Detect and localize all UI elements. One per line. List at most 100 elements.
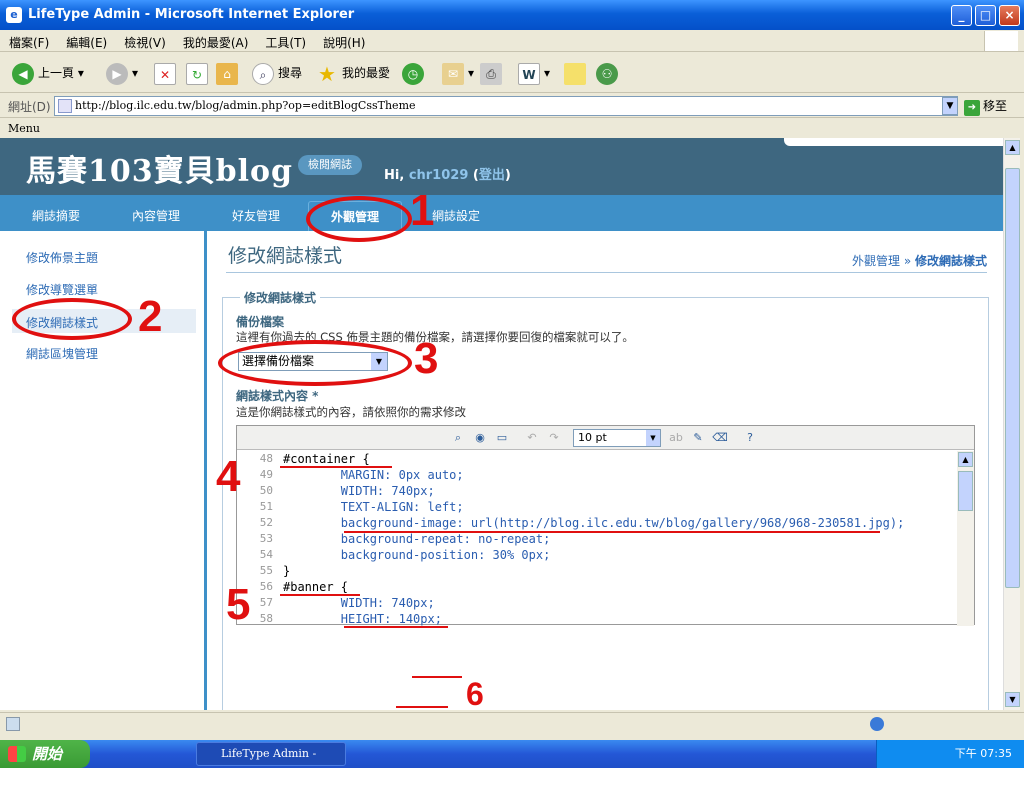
note-icon [564,62,586,85]
code-line: TEXT-ALIGN: left; [283,500,464,514]
logout-link[interactable]: 登出 [479,168,505,183]
menu-edit[interactable]: 編輯(E) [57,30,115,51]
menu-tools[interactable]: 工具(T) [256,30,314,51]
page-status-icon [6,717,20,731]
menu-file[interactable]: 檔案(F) [0,30,57,51]
scroll-thumb[interactable] [1005,168,1020,588]
stop-button[interactable]: ✕ [154,61,180,85]
scroll-thumb[interactable] [958,471,973,511]
back-arrow-icon: ◀ [12,62,34,85]
code-area[interactable]: 48 #container { 49 MARGIN: 0px auto; 50 W… [237,451,957,626]
redo-icon[interactable]: ↷ [545,429,563,447]
tab-friends[interactable]: 好友管理 [232,207,280,224]
taskbar-item-ie[interactable]: LifeType Admin - Mic... [196,742,346,782]
main-tabs: 網誌摘要 內容管理 好友管理 外觀管理 網誌設定 [0,195,1003,231]
messenger-button[interactable]: ⚇ [596,61,622,85]
forward-button[interactable]: ▶ ▾ [106,61,138,85]
discuss-button[interactable] [564,61,590,85]
editor-scrollbar[interactable]: ▲ [957,451,974,626]
search-icon: ⌕ [252,62,274,85]
annotation-6: 6 [466,676,484,712]
chevron-down-icon: ▼ [646,430,660,446]
forward-arrow-icon: ▶ [106,62,128,85]
home-button[interactable]: ⌂ [216,61,242,85]
windows-logo-icon [984,31,1018,51]
tab-summary[interactable]: 網誌摘要 [32,207,80,224]
sidebar-item-theme[interactable]: 修改佈景主題 [26,249,98,266]
minimize-button[interactable]: _ [951,5,972,26]
ie-icon: e [6,7,22,23]
maximize-button[interactable]: □ [975,5,996,26]
clock: 下午 07:35 [954,747,1012,760]
help-icon[interactable]: ? [741,429,759,447]
divider [226,272,987,273]
tab-settings[interactable]: 網誌設定 [432,207,480,224]
annotation-2: 2 [138,292,163,341]
highlight-icon[interactable]: ✎ [689,429,707,447]
address-dropdown-button[interactable]: ▼ [942,97,958,115]
sidebar-item-nav-menu[interactable]: 修改導覽選單 [26,281,98,298]
breadcrumb-parent[interactable]: 外觀管理 [852,254,900,268]
undo-icon[interactable]: ↶ [523,429,541,447]
home-icon: ⌂ [216,62,238,85]
back-button[interactable]: ◀ 上一頁 ▾ [12,61,84,85]
goto-icon[interactable]: ◉ [471,429,489,447]
reset-icon[interactable]: ⌫ [711,429,729,447]
code-line: WIDTH: 740px; [283,484,435,498]
content-label: 網誌樣式內容 * [236,389,319,403]
scroll-up-icon[interactable]: ▲ [958,452,973,467]
find-icon[interactable]: ⌕ [449,429,467,447]
menu-view[interactable]: 檢視(V) [115,30,174,51]
annotation-1: 1 [410,186,435,235]
code-line: WIDTH: 740px; [283,596,435,610]
scroll-down-icon[interactable]: ▼ [1005,692,1020,707]
code-line: MARGIN: 0px auto; [283,468,464,482]
links-bar[interactable]: Menu [0,118,1024,138]
windows-flag-icon [8,746,26,762]
toolbar: ◀ 上一頁 ▾ ▶ ▾ ✕ ↻ ⌂ ⌕ 搜尋 ★ 我的最愛 ◷ ✉ ▾ ⎙ W ▾ ⚇ [0,53,1024,93]
annotation-underline [396,706,448,708]
go-button[interactable]: ➜ 移至 [964,97,1007,116]
code-line: background-position: 30% 0px; [283,548,551,562]
annotation-4: 4 [216,452,241,501]
view-blog-button[interactable]: 檢閱網誌 [298,155,362,175]
search-button[interactable]: ⌕ 搜尋 [252,61,302,85]
line-number: 51 [259,500,273,513]
annotation-oval-3 [218,340,412,386]
username-link[interactable]: chr1029 [409,168,469,183]
syntax-icon[interactable]: ab [667,429,685,447]
sidebar-item-blocks[interactable]: 網誌區塊管理 [26,345,98,362]
history-button[interactable]: ◷ [402,61,428,85]
edit-word-button[interactable]: W ▾ [518,61,550,85]
code-line: HEIGHT: 140px; [283,612,442,626]
favorites-button[interactable]: ★ 我的最愛 [316,61,390,85]
greeting: Hi, chr1029 (登出) [384,168,511,183]
mail-button[interactable]: ✉ ▾ [442,61,474,85]
fullscreen-icon[interactable]: ▭ [493,429,511,447]
code-line: background-image: url(http://blog.ilc.ed… [283,516,905,530]
ie-window: e LifeType Admin - Microsoft Internet Ex… [0,0,1024,740]
line-number: 52 [259,516,273,529]
title-bar: e LifeType Admin - Microsoft Internet Ex… [0,0,1024,30]
close-button[interactable]: × [999,5,1020,26]
tab-content[interactable]: 內容管理 [132,207,180,224]
breadcrumb: 外觀管理 » 修改網誌樣式 [851,254,987,268]
blog-title: 馬賽103寶貝blog [26,154,293,189]
menu-favorites[interactable]: 我的最愛(A) [174,30,257,51]
refresh-button[interactable]: ↻ [186,61,212,85]
code-line: background-repeat: no-repeat; [283,532,551,546]
internet-zone-icon [870,717,884,731]
page-scrollbar[interactable]: ▲ ▼ [1003,138,1020,710]
font-size-select[interactable]: 10 pt ▼ [573,429,661,447]
go-arrow-icon: ➜ [964,100,980,116]
fieldset-legend: 修改網誌樣式 [240,289,321,306]
scroll-up-icon[interactable]: ▲ [1005,140,1020,155]
menu-help[interactable]: 說明(H) [314,30,373,51]
start-button[interactable]: 開始 [0,740,90,768]
backup-label: 備份檔案 [236,315,285,329]
status-bar [0,712,1024,736]
content-help: 這是你網誌樣式的內容，請依照你的需求修改 [236,405,466,419]
print-button[interactable]: ⎙ [480,61,506,85]
line-number: 53 [259,532,273,545]
address-input[interactable]: http://blog.ilc.edu.tw/blog/admin.php?op… [54,96,958,116]
